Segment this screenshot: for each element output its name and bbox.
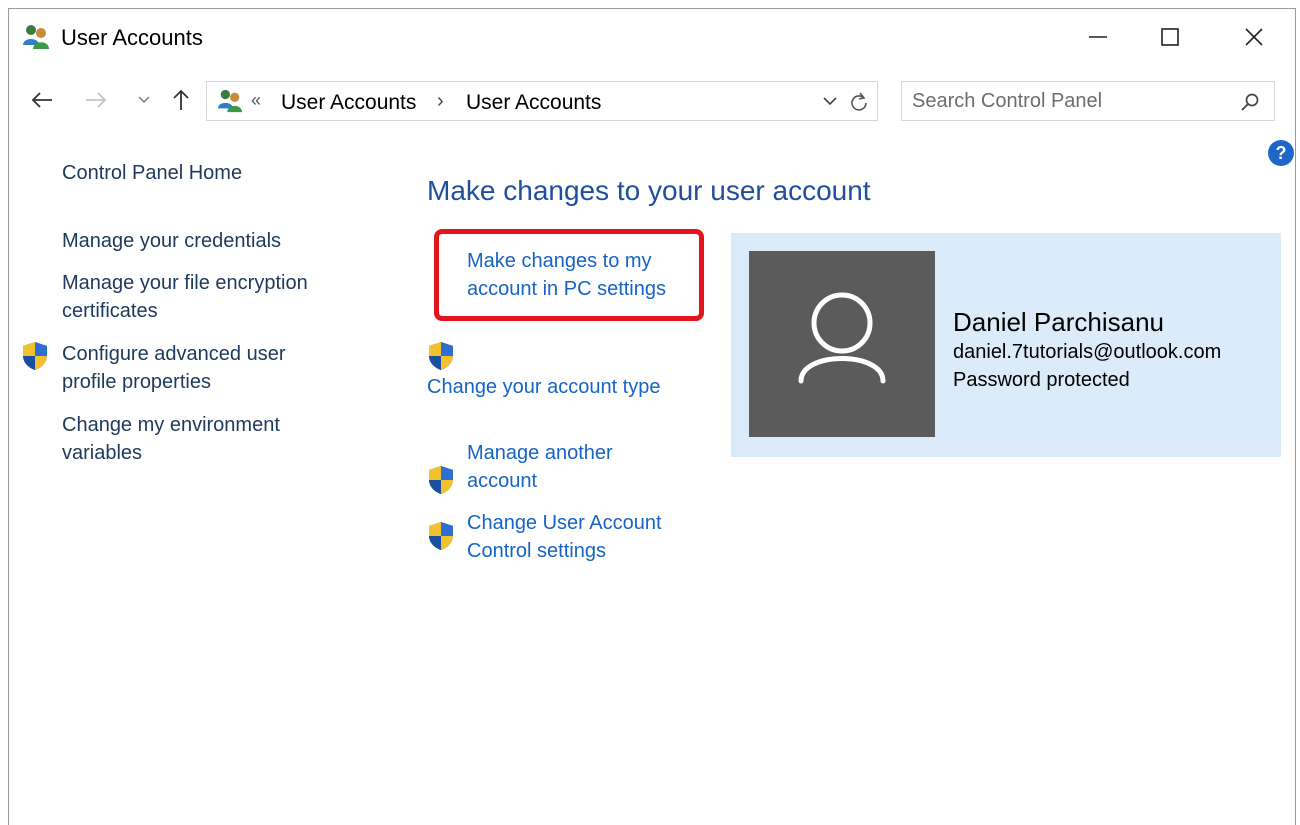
left-link-control-panel-home[interactable]: Control Panel Home	[62, 159, 242, 187]
left-link-line[interactable]: profile properties	[62, 368, 211, 396]
page-title: Make changes to your user account	[427, 175, 871, 206]
close-icon	[1245, 28, 1263, 46]
task-link-line[interactable]: account in PC settings	[467, 275, 666, 303]
task-link-line[interactable]: Make changes to my	[467, 247, 652, 275]
recent-locations-button[interactable]	[133, 87, 155, 113]
search-input[interactable]	[912, 88, 1222, 114]
user-card: Daniel Parchisanu daniel.7tutorials@outl…	[731, 233, 1281, 457]
task-link-change-account-type[interactable]: Change your account type	[427, 373, 661, 401]
user-accounts-icon	[21, 23, 51, 51]
maximize-icon	[1161, 28, 1179, 46]
avatar	[749, 251, 935, 437]
task-link-line[interactable]: account	[467, 467, 537, 495]
title-bar: User Accounts	[9, 9, 1295, 69]
up-button[interactable]	[167, 87, 195, 113]
uac-shield-icon	[21, 341, 49, 371]
left-link-line[interactable]: Change my environment	[62, 411, 280, 439]
forward-arrow-icon	[86, 92, 107, 108]
left-link-line[interactable]: Configure advanced user	[62, 340, 285, 368]
left-link-line[interactable]: certificates	[62, 297, 158, 325]
breadcrumb-item[interactable]: User Accounts	[466, 91, 601, 115]
navigation-bar: « User Accounts › User Accounts	[9, 73, 1295, 125]
user-status: Password protected	[953, 369, 1130, 391]
breadcrumb-overflow[interactable]: «	[251, 90, 261, 111]
user-email: daniel.7tutorials@outlook.com	[953, 341, 1222, 363]
close-button[interactable]	[1219, 15, 1289, 59]
up-arrow-icon	[173, 89, 189, 110]
search-box[interactable]	[901, 81, 1275, 121]
user-name: Daniel Parchisanu	[953, 307, 1165, 337]
uac-shield-icon	[427, 521, 455, 551]
back-arrow-icon	[31, 92, 52, 108]
dropdown-chevron-icon[interactable]	[819, 90, 841, 112]
task-link-line[interactable]: Manage another	[467, 439, 613, 467]
address-bar[interactable]: « User Accounts › User Accounts	[206, 81, 878, 121]
breadcrumb-separator[interactable]: ›	[437, 90, 444, 113]
minimize-button[interactable]	[1063, 15, 1133, 59]
task-link-line[interactable]: Change User Account	[467, 509, 662, 537]
minimize-icon	[1089, 36, 1107, 38]
left-link-manage-credentials[interactable]: Manage your credentials	[62, 227, 281, 255]
user-accounts-icon	[215, 88, 245, 114]
uac-shield-icon	[427, 341, 455, 371]
window-title: User Accounts	[61, 25, 203, 50]
help-icon[interactable]: ?	[1267, 139, 1295, 167]
search-icon[interactable]	[1240, 92, 1260, 112]
task-link-line[interactable]: Control settings	[467, 537, 606, 565]
maximize-button[interactable]	[1135, 15, 1205, 59]
uac-shield-icon	[427, 465, 455, 495]
recent-chevron-icon	[138, 96, 150, 104]
svg-text:?: ?	[1276, 143, 1287, 163]
refresh-icon[interactable]	[847, 90, 871, 114]
left-link-line[interactable]: Manage your file encryption	[62, 269, 308, 297]
user-accounts-window: User Accounts « User Accounts › User Acc…	[8, 8, 1296, 825]
left-link-line[interactable]: variables	[62, 439, 142, 467]
forward-button[interactable]	[81, 87, 111, 113]
breadcrumb-item[interactable]: User Accounts	[281, 91, 416, 115]
user-avatar-icon	[798, 292, 886, 384]
back-button[interactable]	[27, 87, 57, 113]
